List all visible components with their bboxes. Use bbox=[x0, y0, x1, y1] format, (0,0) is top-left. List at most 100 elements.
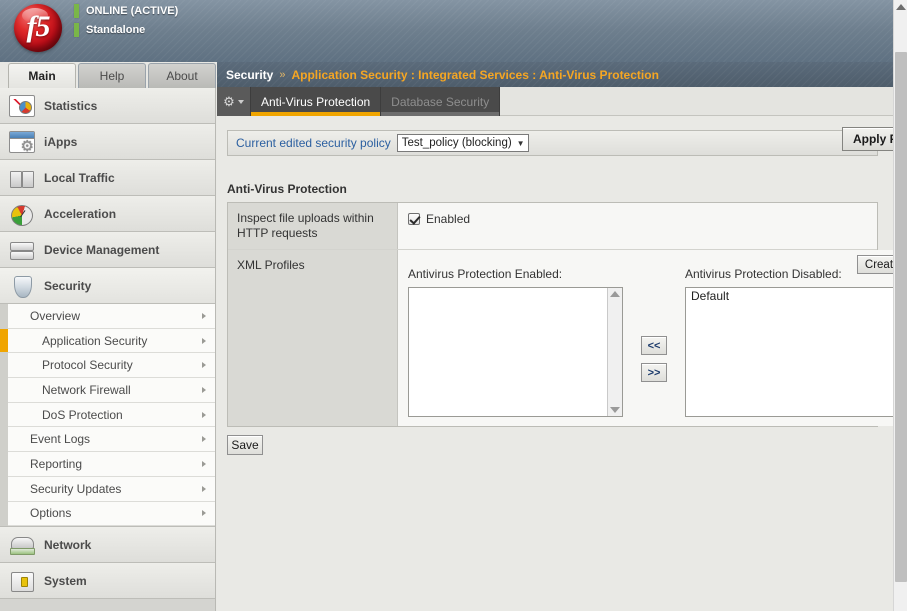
sidebar-item-label: Security bbox=[44, 279, 91, 293]
sidebar-item-label: System bbox=[44, 574, 87, 588]
sidebar-item-security[interactable]: Security bbox=[0, 268, 215, 304]
main-content-area: Security » Application Security : Integr… bbox=[217, 62, 893, 611]
sidebar-item-label: Local Traffic bbox=[44, 171, 115, 185]
submenu-item-options[interactable]: Options bbox=[8, 502, 215, 527]
xml-profiles-transfer-widget: Antivirus Protection Enabled: bbox=[408, 259, 893, 417]
local-traffic-icon bbox=[9, 167, 35, 189]
tab-anti-virus-protection[interactable]: Anti-Virus Protection bbox=[251, 87, 381, 116]
anti-virus-settings-table: Inspect file uploads within HTTP request… bbox=[227, 202, 878, 427]
logo-text: f5 bbox=[10, 2, 66, 54]
status-text-online: ONLINE (ACTIVE) bbox=[86, 5, 178, 17]
save-button[interactable]: Save bbox=[227, 435, 263, 455]
status-text-standalone: Standalone bbox=[86, 24, 145, 36]
current-policy-label: Current edited security policy bbox=[236, 136, 391, 150]
sidebar-item-device-management[interactable]: Device Management bbox=[0, 232, 215, 268]
submenu-item-label: Security Updates bbox=[30, 482, 121, 496]
disabled-list-column: Create... Antivirus Protection Disabled:… bbox=[685, 267, 893, 417]
policy-bar-wrapper: Current edited security policy Test_poli… bbox=[227, 130, 878, 156]
sidebar-item-label: iApps bbox=[44, 135, 77, 149]
antivirus-disabled-items[interactable]: Default bbox=[686, 288, 893, 416]
sidebar-item-iapps[interactable]: iApps bbox=[0, 124, 215, 160]
transfer-buttons-column: << >> bbox=[623, 267, 685, 417]
shield-icon bbox=[9, 275, 35, 297]
submenu-item-security-updates[interactable]: Security Updates bbox=[8, 477, 215, 502]
antivirus-disabled-listbox[interactable]: Default bbox=[685, 287, 893, 417]
chevron-right-icon bbox=[202, 510, 206, 516]
sidebar-item-label: Device Management bbox=[44, 243, 159, 257]
table-row-inspect-file-uploads: Inspect file uploads within HTTP request… bbox=[228, 203, 877, 250]
chevron-down-icon: ▼ bbox=[517, 139, 525, 148]
enabled-checkbox-row[interactable]: Enabled bbox=[408, 212, 867, 226]
move-right-button[interactable]: >> bbox=[641, 363, 667, 382]
enabled-checkbox-label: Enabled bbox=[426, 212, 470, 226]
submenu-item-reporting[interactable]: Reporting bbox=[8, 452, 215, 477]
breadcrumb: Security » Application Security : Integr… bbox=[217, 62, 893, 87]
top-banner: f5 ONLINE (ACTIVE) Standalone bbox=[0, 0, 893, 62]
sub-tab-bar: ⚙ Anti-Virus Protection Database Securit… bbox=[217, 87, 893, 116]
submenu-item-dos-protection[interactable]: DoS Protection bbox=[8, 403, 215, 428]
submenu-item-label: Protocol Security bbox=[42, 358, 133, 372]
f5-logo: f5 bbox=[10, 2, 66, 56]
enabled-list-column: Antivirus Protection Enabled: bbox=[408, 267, 623, 417]
submenu-item-event-logs[interactable]: Event Logs bbox=[8, 427, 215, 452]
chevron-down-icon bbox=[238, 100, 244, 104]
breadcrumb-current: Application Security : Integrated Servic… bbox=[291, 68, 658, 82]
submenu-item-label: Event Logs bbox=[30, 432, 90, 446]
move-left-button[interactable]: << bbox=[641, 336, 667, 355]
table-row-xml-profiles: XML Profiles Antivirus Protection Enable… bbox=[228, 250, 877, 426]
submenu-item-protocol-security[interactable]: Protocol Security bbox=[8, 353, 215, 378]
status-indicator-bar bbox=[74, 23, 79, 37]
submenu-item-label: Overview bbox=[30, 309, 80, 323]
gear-icon: ⚙ bbox=[223, 95, 235, 108]
row-value-inspect-file-uploads: Enabled bbox=[398, 203, 877, 249]
row-label-xml-profiles: XML Profiles bbox=[228, 250, 398, 426]
browser-scrollbar[interactable] bbox=[893, 0, 907, 611]
submenu-item-label: Options bbox=[30, 506, 71, 520]
create-button[interactable]: Create... bbox=[857, 255, 893, 274]
policy-select-value: Test_policy (blocking) bbox=[402, 137, 512, 149]
sidebar-item-system[interactable]: System bbox=[0, 563, 215, 599]
security-submenu: Overview Application Security Protocol S… bbox=[0, 304, 215, 527]
chevron-right-icon bbox=[202, 313, 206, 319]
tab-bar-filler bbox=[500, 87, 893, 116]
breadcrumb-separator-icon: » bbox=[279, 69, 285, 81]
enabled-checkbox[interactable] bbox=[408, 213, 420, 225]
row-label-inspect-file-uploads: Inspect file uploads within HTTP request… bbox=[228, 203, 398, 249]
chevron-right-icon bbox=[202, 486, 206, 492]
antivirus-enabled-listbox[interactable] bbox=[408, 287, 623, 417]
sidebar-item-label: Statistics bbox=[44, 99, 97, 113]
sidebar-item-statistics[interactable]: Statistics bbox=[0, 88, 215, 124]
gear-menu-button[interactable]: ⚙ bbox=[217, 87, 251, 116]
submenu-item-overview[interactable]: Overview bbox=[8, 304, 215, 329]
scroll-up-icon[interactable] bbox=[896, 4, 906, 10]
tab-database-security[interactable]: Database Security bbox=[381, 87, 500, 116]
tab-help[interactable]: Help bbox=[78, 63, 146, 88]
statistics-icon bbox=[9, 95, 35, 117]
policy-select[interactable]: Test_policy (blocking) ▼ bbox=[397, 134, 529, 152]
device-management-icon bbox=[9, 239, 35, 261]
submenu-item-network-firewall[interactable]: Network Firewall bbox=[8, 378, 215, 403]
enabled-list-label: Antivirus Protection Enabled: bbox=[408, 267, 623, 283]
enabled-listbox-scrollbar[interactable] bbox=[607, 288, 622, 416]
scroll-down-icon[interactable] bbox=[610, 407, 620, 413]
sidebar-item-network[interactable]: Network bbox=[0, 527, 215, 563]
antivirus-enabled-items[interactable] bbox=[409, 288, 607, 416]
breadcrumb-root[interactable]: Security bbox=[226, 68, 273, 82]
scroll-up-icon[interactable] bbox=[610, 291, 620, 297]
tab-about[interactable]: About bbox=[148, 63, 216, 88]
tab-main[interactable]: Main bbox=[8, 63, 76, 88]
sidebar-item-label: Acceleration bbox=[44, 207, 116, 221]
sidebar-item-local-traffic[interactable]: Local Traffic bbox=[0, 160, 215, 196]
main-tab-bar: Main Help About bbox=[8, 63, 218, 88]
chevron-right-icon bbox=[202, 338, 206, 344]
system-icon bbox=[9, 570, 35, 592]
submenu-item-application-security[interactable]: Application Security bbox=[8, 329, 215, 354]
apply-policy-button[interactable]: Apply Policy bbox=[842, 127, 893, 151]
row-value-xml-profiles: Antivirus Protection Enabled: bbox=[398, 250, 893, 426]
scrollbar-thumb[interactable] bbox=[895, 52, 907, 582]
list-item[interactable]: Default bbox=[688, 289, 893, 304]
section-title: Anti-Virus Protection bbox=[227, 182, 883, 196]
chevron-right-icon bbox=[202, 436, 206, 442]
sidebar-item-acceleration[interactable]: Acceleration bbox=[0, 196, 215, 232]
acceleration-icon bbox=[9, 203, 35, 225]
